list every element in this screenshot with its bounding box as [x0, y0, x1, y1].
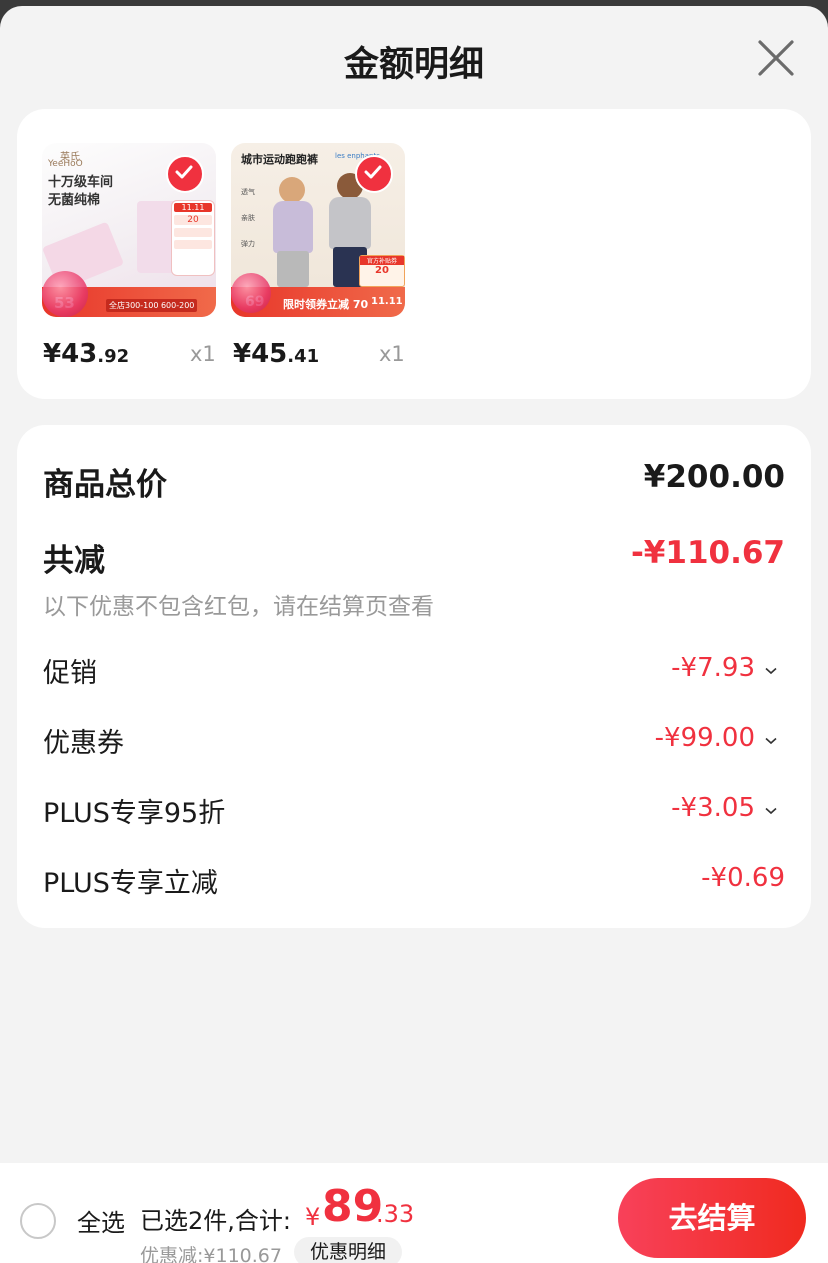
checkout-bar: 全选 已选2件,合计: ¥ 89 .33 优惠减:¥110.67 优惠明细 去结…	[0, 1163, 828, 1263]
chevron-down-icon[interactable]	[765, 807, 777, 815]
amount-detail-sheet: 金额明细 英氏 YeeHoO 十万级车间 无菌纯棉 11.11 20 53 全店…	[0, 6, 828, 1263]
product-1-brand-en: YeeHoO	[48, 159, 83, 169]
discount-note: 以下优惠不包含红包，请在结算页查看	[43, 594, 434, 620]
chevron-down-icon[interactable]	[765, 737, 777, 745]
total-reduce-value: -¥110.67	[630, 535, 785, 571]
product-image-1[interactable]: 英氏 YeeHoO 十万级车间 无菌纯棉 11.11 20 53 全店300-1…	[42, 143, 216, 317]
product-2-qty: x1	[379, 342, 405, 366]
product-2-headline: 城市运动跑跑裤	[241, 153, 318, 166]
plus-discount-value[interactable]: -¥3.05	[671, 793, 755, 823]
product-2-badge: 官方补贴券	[360, 256, 404, 265]
total-currency: ¥	[305, 1203, 321, 1231]
sheet-title: 金额明细	[343, 45, 484, 85]
select-all-radio[interactable]	[20, 1203, 56, 1239]
product-1-coupon: 20	[174, 215, 212, 225]
product-2-coupon: 20	[375, 265, 389, 276]
close-icon[interactable]	[752, 36, 798, 82]
total-amount-int: 89	[322, 1181, 384, 1232]
product-2-feature-1: 透气	[241, 188, 255, 196]
products-card: 英氏 YeeHoO 十万级车间 无菌纯棉 11.11 20 53 全店300-1…	[17, 109, 811, 399]
product-2-event-tag: 11.11	[371, 296, 403, 307]
product-image-2[interactable]: 城市运动跑跑裤 les enphants 透气 亲肤 弹力 官方补贴券 20 6…	[231, 143, 405, 317]
product-1-price: ¥43.92	[43, 339, 130, 369]
plus-reduce-value: -¥0.69	[701, 863, 785, 893]
total-price-value: ¥200.00	[643, 459, 785, 495]
coupon-label: 优惠券	[43, 728, 124, 759]
product-1-headline2: 无菌纯棉	[48, 193, 101, 208]
total-reduce-label: 共减	[43, 543, 105, 579]
promo-label: 促销	[43, 658, 97, 689]
product-2-price: ¥45.41	[233, 339, 320, 369]
total-amount-dec: .33	[376, 1200, 415, 1228]
plus-discount-label: PLUS专享95折	[43, 798, 226, 829]
discount-summary: 优惠减:¥110.67	[140, 1245, 282, 1263]
summary-card: 商品总价 ¥200.00 共减 -¥110.67 以下优惠不包含红包，请在结算页…	[17, 425, 811, 928]
product-1-check-icon[interactable]	[166, 155, 204, 193]
selected-summary: 已选2件,合计:	[140, 1207, 291, 1235]
product-2-check-icon[interactable]	[355, 155, 393, 193]
total-price-label: 商品总价	[43, 467, 167, 503]
checkout-button[interactable]: 去结算	[618, 1178, 806, 1258]
chevron-down-icon[interactable]	[765, 667, 777, 675]
select-all-label[interactable]: 全选	[77, 1203, 125, 1238]
product-1-qty: x1	[190, 342, 216, 366]
discount-detail-button[interactable]: 优惠明细	[294, 1237, 402, 1263]
product-1-promo-strip: 全店300-100 600-200	[106, 299, 198, 312]
product-2-promo-strip: 限时领券立减 70	[283, 298, 369, 311]
coupon-value[interactable]: -¥99.00	[655, 723, 755, 753]
product-1-event-tag: 11.11	[174, 203, 212, 212]
product-1-headline1: 十万级车间	[48, 175, 114, 190]
promo-value[interactable]: -¥7.93	[671, 653, 755, 683]
product-2-feature-2: 亲肤	[241, 214, 255, 222]
product-2-feature-3: 弹力	[241, 240, 255, 248]
plus-reduce-label: PLUS专享立减	[43, 868, 218, 899]
